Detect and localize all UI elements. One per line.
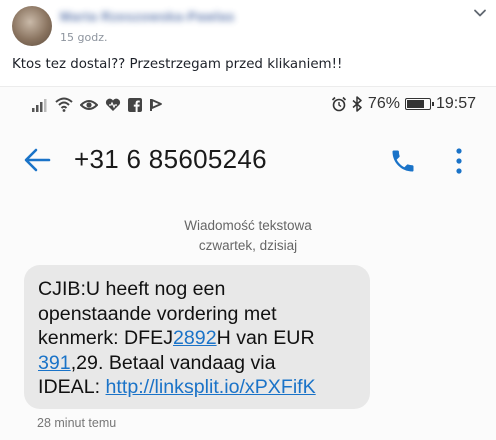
reference-number-link[interactable]: 2892 xyxy=(173,327,217,349)
amount-number-link[interactable]: 391 xyxy=(38,352,71,374)
message-line-4: 391,29. Betaal vandaag via xyxy=(38,351,356,376)
eye-icon xyxy=(80,99,98,110)
post-text: Ktos tez dostal?? Przestrzegam przed kli… xyxy=(12,57,343,72)
message-line-5: IDEAL: http://linksplit.io/xPXFifK xyxy=(38,375,356,400)
message-day-label: czwartek, dzisiaj xyxy=(198,238,298,253)
signal-icon xyxy=(32,98,47,112)
post-timestamp[interactable]: 15 godz. xyxy=(60,31,107,44)
phone-call-icon[interactable] xyxy=(389,147,417,175)
message-text: ,29. Betaal vandaag via xyxy=(70,351,276,374)
back-arrow-icon[interactable] xyxy=(22,145,52,175)
wifi-icon xyxy=(55,97,73,112)
bluetooth-icon xyxy=(352,96,362,112)
message-bubble[interactable]: CJIB:U heeft nog een openstaande vorderi… xyxy=(24,265,370,409)
facebook-post: Marta Rzeszowska-Pawlas 15 godz. Ktos te… xyxy=(0,0,496,86)
phone-screenshot: 76% 19:57 +31 6 85605246 Wiadomość tekst… xyxy=(0,86,496,440)
flag-icon xyxy=(150,98,162,111)
battery-percent: 76% xyxy=(367,95,400,112)
avatar[interactable] xyxy=(12,6,52,46)
message-type-label: Wiadomość tekstowa xyxy=(184,218,312,233)
alarm-icon xyxy=(331,96,346,112)
battery-level xyxy=(406,100,424,108)
contact-phone-number: +31 6 85605246 xyxy=(74,144,267,174)
message-timestamp: 28 minut temu xyxy=(37,416,117,430)
message-line-1: CJIB:U heeft nog een xyxy=(38,278,226,300)
phishing-url-link[interactable]: http://linksplit.io/xPXFifK xyxy=(106,376,316,398)
status-bar-right: 76% 19:57 xyxy=(331,95,476,113)
message-line-2: openstaande vordering met xyxy=(38,302,277,325)
message-text: kenmerk: DFEJ xyxy=(38,327,174,350)
conversation-app-bar: +31 6 85605246 xyxy=(0,125,496,193)
more-options-icon[interactable] xyxy=(449,145,469,177)
post-author-name[interactable]: Marta Rzeszowska-Pawlas xyxy=(60,9,235,24)
heart-icon xyxy=(105,98,121,111)
message-text: IDEAL: xyxy=(38,376,106,399)
battery-icon xyxy=(404,98,434,110)
status-bar-left-icons xyxy=(32,97,163,112)
chevron-down-icon[interactable] xyxy=(473,6,487,20)
facebook-icon xyxy=(128,97,142,112)
status-bar-time: 19:57 xyxy=(435,95,476,112)
status-bar: 76% 19:57 xyxy=(0,87,496,125)
message-text: H van EUR xyxy=(216,327,315,350)
message-line-3: kenmerk: DFEJ2892H van EUR xyxy=(38,326,356,351)
